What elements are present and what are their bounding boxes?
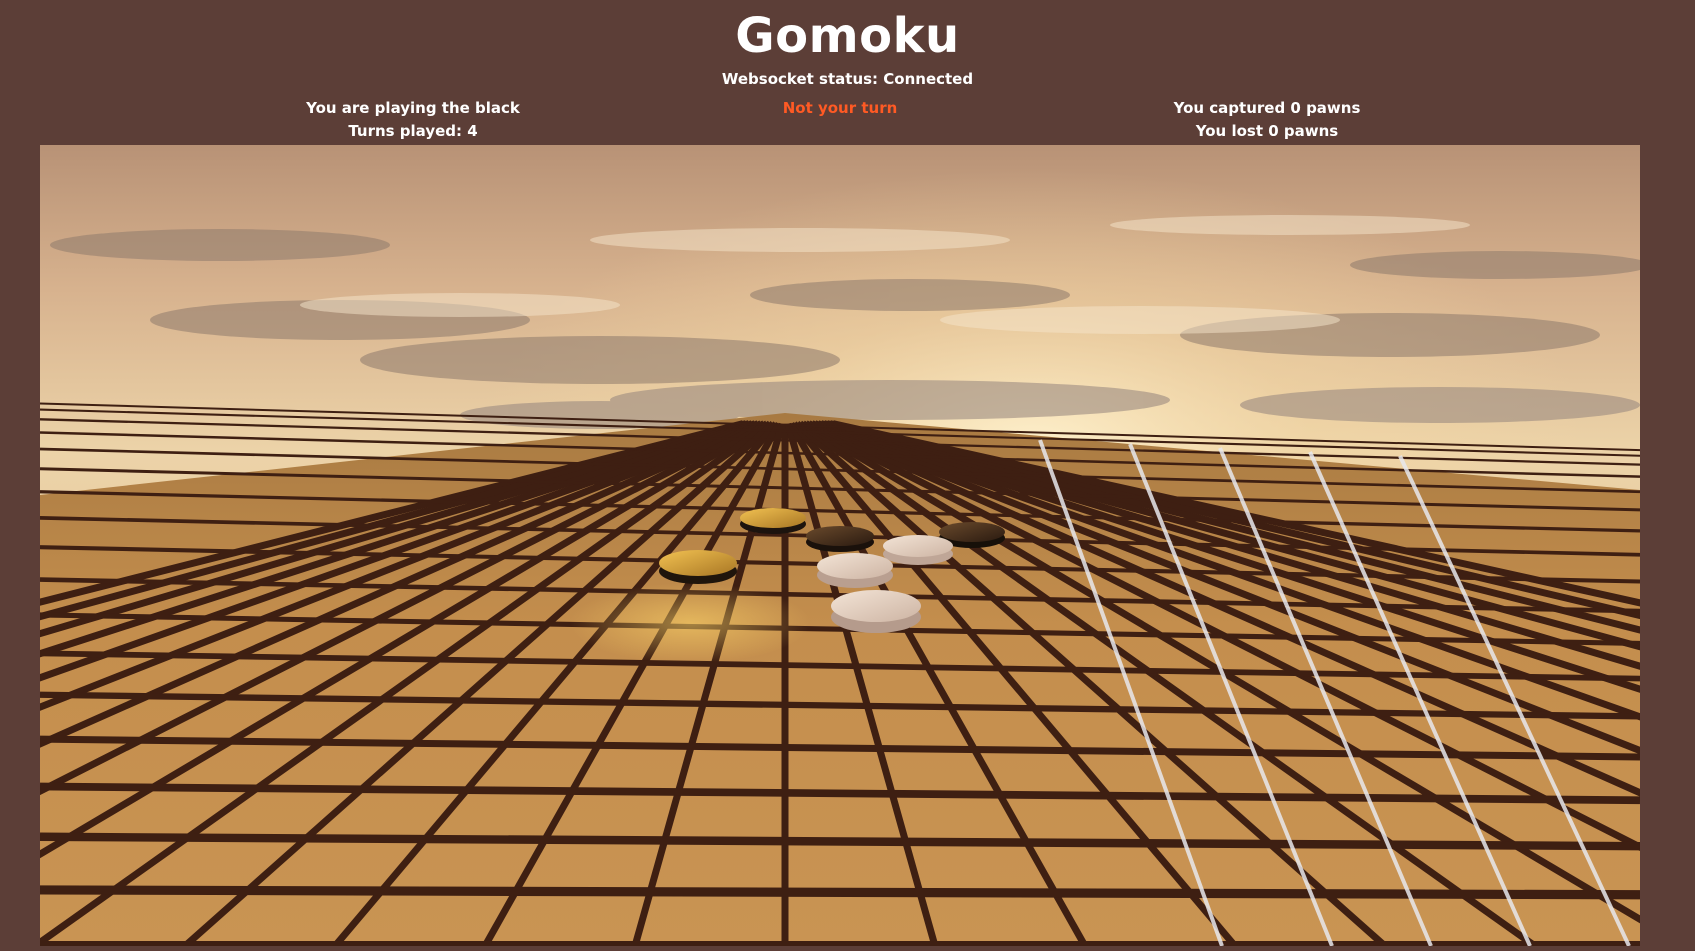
board-3d-view[interactable] [40,145,1640,946]
captured-count: You captured 0 pawns [1173,99,1361,117]
game-board-canvas[interactable] [40,145,1640,946]
turn-status-panel: Not your turn [640,97,1040,120]
black-piece [806,526,874,552]
black-piece [659,550,737,584]
websocket-status: Websocket status: Connected [721,70,974,88]
page-title: Gomoku [735,8,960,64]
board-grid-line [40,885,1640,900]
white-piece [883,535,953,565]
turns-played-counter: Turns played: 4 [348,122,478,140]
white-piece [831,590,921,633]
player-color-label: You are playing the black [306,99,520,117]
lost-count: You lost 0 pawns [1195,122,1339,140]
score-panel: You captured 0 pawns You lost 0 pawns [1067,97,1467,143]
turn-status-label: Not your turn [782,99,898,117]
player-info-panel: You are playing the black Turns played: … [213,97,613,143]
white-piece [817,553,893,588]
black-piece [740,508,806,534]
